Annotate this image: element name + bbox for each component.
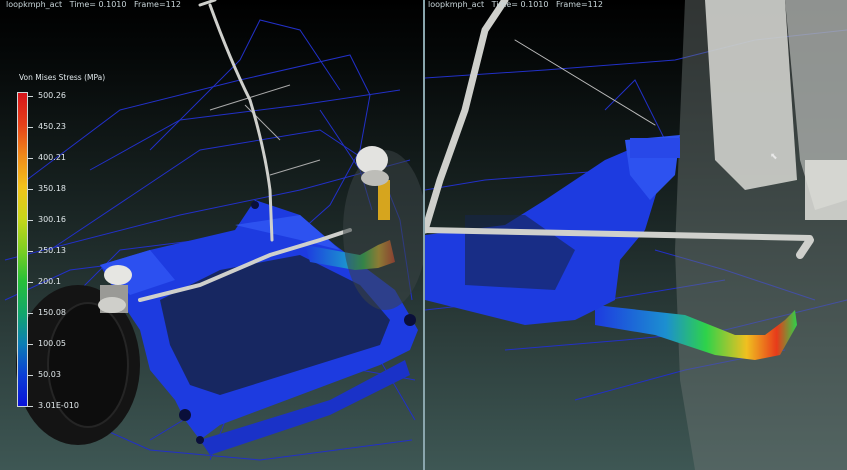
result-name: loopkmph_act xyxy=(6,0,63,9)
legend-tick-label: 350.18 xyxy=(38,184,66,193)
legend-tick-label: 250.13 xyxy=(38,246,66,255)
legend-tick-label: 150.08 xyxy=(38,308,66,317)
right-3d-scene[interactable] xyxy=(425,0,847,470)
spring-mount xyxy=(98,265,132,313)
result-name: loopkmph_act xyxy=(428,0,485,9)
tick-mark xyxy=(28,344,33,345)
status-readout-left: loopkmph_act Time= 0.1010 Frame=112 xyxy=(6,0,186,10)
legend-tick-label: 500.26 xyxy=(38,91,66,100)
legend-tick-label: 100.05 xyxy=(38,339,66,348)
right-viewport[interactable]: loopkmph_act Time= 0.1010 Frame=112 xyxy=(425,0,847,470)
stress-colorbar xyxy=(17,92,28,407)
tick-mark xyxy=(28,282,33,283)
strut-yellow xyxy=(378,180,390,220)
left-3d-scene[interactable] xyxy=(0,0,423,470)
legend-tick-label: 400.21 xyxy=(38,153,66,162)
fea-postprocessor-window: loopkmph_act Time= 0.1010 Frame=112 Von … xyxy=(0,0,847,470)
mouse-cursor-icon: ⬉ xyxy=(770,152,778,162)
tick-mark xyxy=(28,127,33,128)
legend-title: Von Mises Stress (MPa) xyxy=(19,73,106,82)
legend-tick-label: 200.1 xyxy=(38,277,61,286)
tick-mark xyxy=(28,406,33,407)
legend-tick-label: 50.03 xyxy=(38,370,61,379)
tick-mark xyxy=(28,251,33,252)
time-readout: Time= 0.1010 xyxy=(491,0,549,9)
tick-mark xyxy=(28,96,33,97)
status-readout-right: loopkmph_act Time= 0.1010 Frame=112 xyxy=(428,0,608,10)
top-mount xyxy=(356,146,388,174)
legend-tick-label: 300.16 xyxy=(38,215,66,224)
frame-readout: Frame=112 xyxy=(556,0,603,9)
tick-mark xyxy=(28,158,33,159)
legend-tick-label: 3.01E-010 xyxy=(38,401,80,410)
left-viewport[interactable]: loopkmph_act Time= 0.1010 Frame=112 Von … xyxy=(0,0,423,470)
frame-readout: Frame=112 xyxy=(134,0,181,9)
tick-mark xyxy=(28,375,33,376)
tick-mark xyxy=(28,189,33,190)
time-readout: Time= 0.1010 xyxy=(69,0,127,9)
tick-mark xyxy=(28,220,33,221)
tick-mark xyxy=(28,313,33,314)
legend-tick-label: 450.23 xyxy=(38,122,66,131)
